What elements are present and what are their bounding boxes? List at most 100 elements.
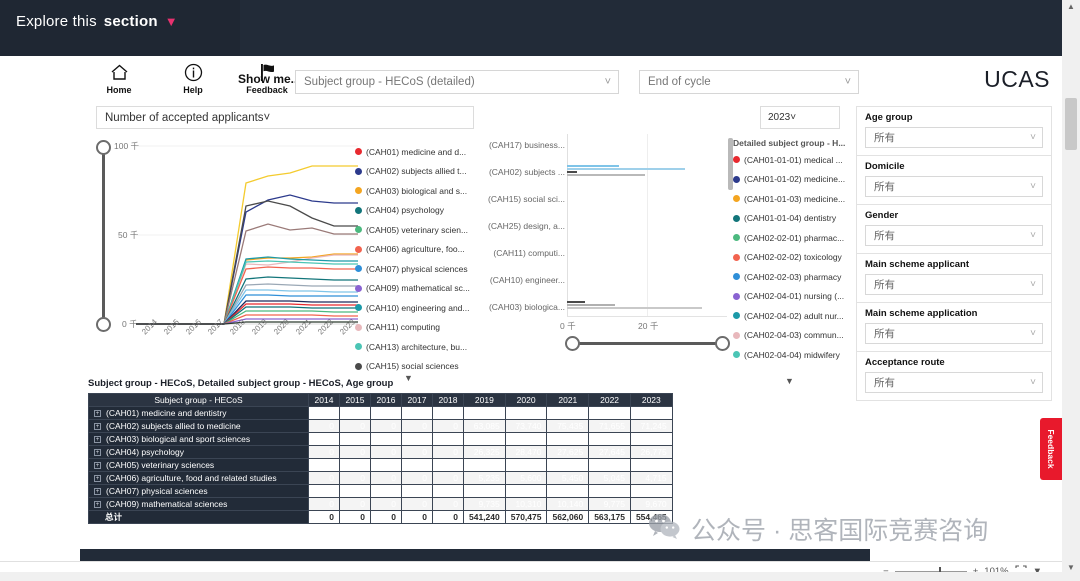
- table-row[interactable]: + (CAH01) medicine and dentistry 0 0 0 0 …: [88, 406, 673, 420]
- legend-item[interactable]: (CAH02-04-04) midwifery: [733, 345, 845, 365]
- legend-item[interactable]: (CAH01-01-01) medical ...: [733, 150, 845, 170]
- legend-item[interactable]: (CAH09) mathematical sc...: [355, 279, 470, 299]
- legend-item[interactable]: (CAH10) engineering and...: [355, 298, 470, 318]
- filter-select[interactable]: 所有 ˅: [865, 127, 1043, 148]
- legend-item[interactable]: (CAH02) subjects allied t...: [355, 162, 470, 182]
- col-2023[interactable]: 2023: [629, 393, 673, 407]
- help-button[interactable]: Help: [166, 61, 220, 95]
- row-label-cell[interactable]: + (CAH02) subjects allied to medicine: [88, 419, 309, 433]
- scroll-up-icon[interactable]: ▲: [1062, 2, 1080, 18]
- scrollbar-thumb[interactable]: [1065, 98, 1077, 150]
- slider-handle-lower[interactable]: [96, 317, 111, 332]
- legend-item[interactable]: (CAH07) physical sciences: [355, 259, 470, 279]
- col-2016[interactable]: 2016: [370, 393, 402, 407]
- col-2015[interactable]: 2015: [339, 393, 371, 407]
- expand-icon[interactable]: +: [94, 488, 101, 496]
- cell: 14,755: [588, 484, 631, 498]
- slider-handle-upper[interactable]: [96, 140, 111, 155]
- scroll-down-icon[interactable]: ▼: [1062, 563, 1080, 579]
- filter-select[interactable]: 所有 ˅: [865, 323, 1043, 344]
- expand-icon[interactable]: +: [94, 475, 101, 483]
- cell: 0: [432, 406, 464, 420]
- cell: 0: [339, 406, 371, 420]
- horizontal-scrollbar[interactable]: [0, 572, 1062, 581]
- expand-icon[interactable]: +: [94, 436, 101, 444]
- legend-item[interactable]: (CAH04) psychology: [355, 201, 470, 221]
- legend-item[interactable]: (CAH02-04-02) adult nur...: [733, 306, 845, 326]
- legend-item[interactable]: (CAH06) agriculture, foo...: [355, 240, 470, 260]
- col-2017[interactable]: 2017: [401, 393, 433, 407]
- chevron-down-icon[interactable]: ▼: [165, 15, 178, 28]
- legend-item[interactable]: (CAH02-02-02) toxicology: [733, 248, 845, 268]
- legend-item[interactable]: (CAH03) biological and s...: [355, 181, 470, 201]
- legend-item[interactable]: (CAH02-04-01) nursing (...: [733, 287, 845, 307]
- col-2019[interactable]: 2019: [463, 393, 506, 407]
- legend-item[interactable]: (CAH01-01-02) medicine...: [733, 170, 845, 190]
- legend-item[interactable]: (CAH01-01-04) dentistry: [733, 209, 845, 229]
- page-scrollbar[interactable]: ▲ ▼: [1062, 0, 1080, 581]
- legend-item[interactable]: (CAH02-02-03) pharmacy: [733, 267, 845, 287]
- col-2021[interactable]: 2021: [546, 393, 590, 407]
- filter-select[interactable]: 所有 ˅: [865, 372, 1043, 393]
- table-row[interactable]: + (CAH02) subjects allied to medicine 0 0…: [88, 419, 673, 433]
- feedback-side-tab[interactable]: Feedback: [1040, 418, 1062, 480]
- row-label-cell[interactable]: + (CAH03) biological and sport sciences: [88, 432, 309, 446]
- col-subject-group[interactable]: Subject group - HECoS: [88, 393, 309, 407]
- expand-icon[interactable]: +: [94, 410, 101, 418]
- cycle-dropdown[interactable]: End of cycle ˅: [639, 70, 859, 94]
- row-label-cell[interactable]: + (CAH04) psychology: [88, 445, 309, 459]
- bar-row[interactable]: (CAH17) business...: [482, 134, 727, 161]
- bar-row[interactable]: (CAH03) biologica...: [482, 296, 727, 323]
- slider-handle-right[interactable]: [715, 336, 730, 351]
- col-2018[interactable]: 2018: [432, 393, 464, 407]
- cell: 0: [370, 484, 402, 498]
- table-row[interactable]: + (CAH04) psychology 0 0 0 0 0 26,325 28,…: [88, 445, 673, 459]
- row-label-cell[interactable]: + (CAH07) physical sciences: [88, 484, 309, 498]
- row-label-cell[interactable]: + (CAH09) mathematical sciences: [88, 497, 309, 511]
- col-2022[interactable]: 2022: [588, 393, 631, 407]
- filter-select[interactable]: 所有 ˅: [865, 225, 1043, 246]
- table-row[interactable]: + (CAH03) biological and sport sciences 0…: [88, 432, 673, 446]
- legend-item[interactable]: (CAH01) medicine and d...: [355, 142, 470, 162]
- y-axis-range-slider[interactable]: [96, 140, 112, 332]
- legend-item[interactable]: (CAH13) architecture, bu...: [355, 337, 470, 357]
- row-label-cell[interactable]: + (CAH01) medicine and dentistry: [88, 406, 309, 420]
- row-label-cell[interactable]: + (CAH05) veterinary sciences: [88, 458, 309, 472]
- legend-item[interactable]: (CAH02-04-03) commun...: [733, 326, 845, 346]
- bar-row[interactable]: (CAH02) subjects ...: [482, 161, 727, 188]
- show-me-dropdown[interactable]: Subject group - HECoS (detailed) ˅: [295, 70, 619, 94]
- expand-icon[interactable]: +: [94, 501, 101, 509]
- col-2014[interactable]: 2014: [308, 393, 340, 407]
- bar-tick-20: 20 千: [638, 321, 659, 331]
- bar-range-slider[interactable]: [565, 336, 730, 352]
- expand-icon[interactable]: +: [94, 449, 101, 457]
- slider-handle-left[interactable]: [565, 336, 580, 351]
- row-label-cell[interactable]: + (CAH06) agriculture, food and related s…: [88, 471, 309, 485]
- filter-select[interactable]: 所有 ˅: [865, 274, 1043, 295]
- year-dropdown[interactable]: 2023 ˅: [760, 106, 840, 129]
- bar-row[interactable]: (CAH25) design, a...: [482, 215, 727, 242]
- bar-row[interactable]: (CAH11) computi...: [482, 242, 727, 269]
- table-row[interactable]: + (CAH05) veterinary sciences 0 0 0 0 0 2…: [88, 458, 673, 472]
- total-cell: 0: [339, 510, 371, 524]
- cell: 0: [432, 419, 464, 433]
- explore-this-section-toggle[interactable]: Explore this section ▼: [16, 13, 178, 30]
- filter-select[interactable]: 所有 ˅: [865, 176, 1043, 197]
- legend-item[interactable]: (CAH02-02-01) pharmac...: [733, 228, 845, 248]
- expand-icon[interactable]: +: [94, 423, 101, 431]
- legend-swatch: [355, 206, 362, 214]
- legend-item[interactable]: (CAH11) computing: [355, 318, 470, 338]
- table-row[interactable]: + (CAH09) mathematical sciences 0 0 0 0 0…: [88, 497, 673, 511]
- legend-item[interactable]: (CAH01-01-03) medicine...: [733, 189, 845, 209]
- bar-row[interactable]: (CAH10) engineer...: [482, 269, 727, 296]
- col-2020[interactable]: 2020: [504, 393, 548, 407]
- bar-row[interactable]: (CAH15) social sci...: [482, 188, 727, 215]
- home-button[interactable]: Home: [92, 61, 146, 95]
- legend-item[interactable]: (CAH05) veterinary scien...: [355, 220, 470, 240]
- table-row[interactable]: + (CAH06) agriculture, food and related s…: [88, 471, 673, 485]
- measure-dropdown[interactable]: Number of accepted applicants ˅: [96, 106, 474, 129]
- expand-icon[interactable]: +: [94, 462, 101, 470]
- cell: 0: [432, 458, 464, 472]
- table-row[interactable]: + (CAH07) physical sciences 0 0 0 0 0 15,…: [88, 484, 673, 498]
- legend-swatch: [355, 323, 362, 331]
